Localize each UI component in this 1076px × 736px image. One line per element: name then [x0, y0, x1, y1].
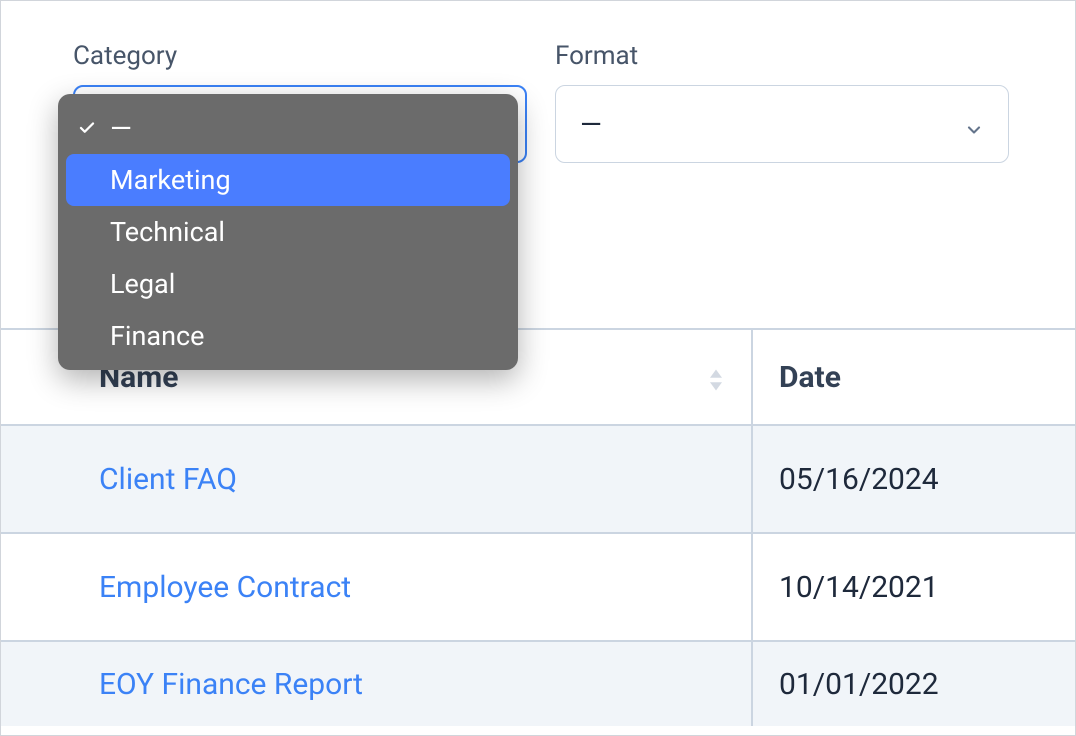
format-select[interactable]: —	[555, 85, 1009, 163]
table-cell-date: 05/16/2024	[753, 426, 1075, 532]
table-cell-name: Client FAQ	[73, 426, 753, 532]
format-label: Format	[555, 41, 1009, 71]
document-link[interactable]: Client FAQ	[99, 462, 237, 497]
date-value: 05/16/2024	[779, 462, 939, 497]
table-row: Employee Contract 10/14/2021	[1, 534, 1075, 642]
check-icon	[78, 119, 104, 137]
sort-icon	[707, 365, 725, 389]
dropdown-option-label: Legal	[110, 268, 175, 300]
dropdown-option-marketing[interactable]: Marketing	[66, 154, 510, 206]
chevron-down-icon	[964, 114, 984, 134]
dropdown-option-label: Technical	[110, 216, 225, 248]
data-table: Name Date Client FAQ 05/16/2024 Employee…	[1, 328, 1075, 726]
category-label: Category	[73, 41, 527, 71]
document-link[interactable]: Employee Contract	[99, 570, 351, 605]
dropdown-option-label: Finance	[110, 320, 204, 352]
dropdown-option-legal[interactable]: Legal	[66, 258, 510, 310]
document-link[interactable]: EOY Finance Report	[99, 667, 363, 702]
table-cell-name: Employee Contract	[73, 534, 753, 640]
dropdown-option-label: Marketing	[110, 164, 231, 196]
dropdown-option-technical[interactable]: Technical	[66, 206, 510, 258]
column-header-date[interactable]: Date	[753, 330, 1075, 424]
dropdown-option-finance[interactable]: Finance	[66, 310, 510, 362]
table-cell-date: 01/01/2022	[753, 642, 1075, 726]
table-cell-name: EOY Finance Report	[73, 642, 753, 726]
table-row: EOY Finance Report 01/01/2022	[1, 642, 1075, 726]
category-dropdown-menu: — Marketing Technical Legal Finance	[58, 94, 518, 370]
column-header-date-label: Date	[779, 360, 841, 395]
dropdown-option-label: —	[110, 112, 131, 145]
table-cell-date: 10/14/2021	[753, 534, 1075, 640]
date-value: 10/14/2021	[779, 570, 939, 605]
dropdown-option-none[interactable]: —	[66, 102, 510, 154]
format-select-value: —	[580, 108, 602, 141]
table-row: Client FAQ 05/16/2024	[1, 426, 1075, 534]
filter-format: Format —	[555, 41, 1009, 163]
date-value: 01/01/2022	[779, 667, 939, 702]
